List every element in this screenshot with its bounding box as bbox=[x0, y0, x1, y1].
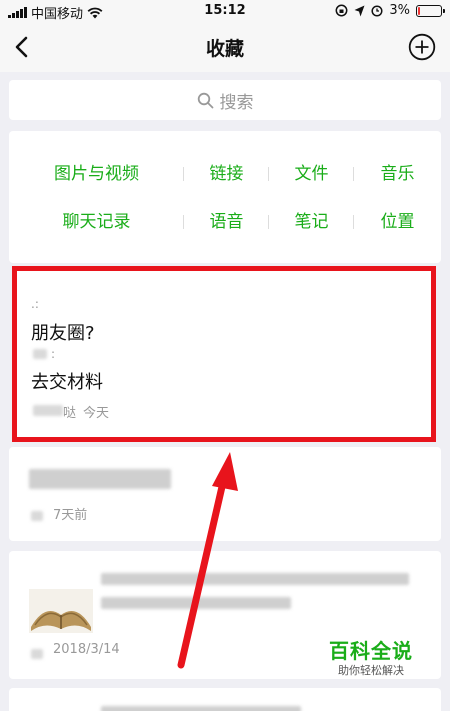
item-source-suffix: 哒 bbox=[63, 406, 77, 421]
battery-percent: 3% bbox=[389, 3, 410, 18]
watermark-subtitle: 助你轻松解决 bbox=[338, 664, 404, 677]
orientation-lock-icon bbox=[335, 4, 348, 17]
nav-bar: 收藏 bbox=[0, 22, 450, 72]
book-thumbnail bbox=[29, 589, 93, 633]
blurred-text bbox=[29, 469, 171, 489]
watermark-title: 百科全说 bbox=[329, 639, 413, 663]
category-panel: 图片与视频 链接 文件 音乐 聊天记录 语音 笔记 位置 bbox=[9, 131, 441, 263]
item-text-line2: 去交材料 bbox=[31, 372, 103, 393]
item-time: 今天 bbox=[83, 406, 110, 421]
search-input[interactable]: 搜索 bbox=[9, 80, 441, 120]
decorative-dots: .: bbox=[31, 297, 39, 311]
blurred-source bbox=[31, 511, 43, 521]
alarm-icon bbox=[371, 5, 383, 17]
category-notes[interactable]: 笔记 bbox=[269, 211, 354, 233]
category-music[interactable]: 音乐 bbox=[354, 163, 441, 185]
search-placeholder: 搜索 bbox=[219, 92, 254, 113]
item-time: 2018/3/14 bbox=[53, 642, 120, 657]
location-icon bbox=[354, 5, 365, 16]
category-chat-history[interactable]: 聊天记录 bbox=[9, 211, 184, 233]
category-photos-videos[interactable]: 图片与视频 bbox=[9, 163, 184, 185]
blurred-text bbox=[101, 706, 301, 711]
item-time: 7天前 bbox=[53, 508, 88, 523]
blurred-source bbox=[31, 649, 43, 659]
category-links[interactable]: 链接 bbox=[184, 163, 269, 185]
page-title: 收藏 bbox=[205, 38, 244, 60]
category-location[interactable]: 位置 bbox=[354, 211, 441, 233]
category-files[interactable]: 文件 bbox=[269, 163, 354, 185]
blurred-text bbox=[101, 573, 409, 585]
watermark-logo: 百科全说 助你轻松解决 bbox=[322, 638, 420, 678]
category-voice[interactable]: 语音 bbox=[184, 211, 269, 233]
add-icon[interactable] bbox=[408, 33, 436, 61]
battery-icon bbox=[416, 4, 445, 17]
favorite-item-highlighted[interactable]: .: 朋友圈? : 去交材料 哒 今天 bbox=[12, 266, 436, 442]
search-icon bbox=[197, 92, 213, 108]
favorite-item[interactable]: 7天前 bbox=[9, 447, 441, 541]
blurred-text bbox=[33, 349, 47, 359]
item-text-line1: 朋友圈? bbox=[31, 323, 95, 344]
blurred-text bbox=[101, 597, 291, 609]
favorite-item[interactable] bbox=[9, 688, 441, 711]
blurred-source bbox=[33, 405, 63, 416]
status-bar: 中国移动 15:12 3% bbox=[0, 0, 450, 22]
